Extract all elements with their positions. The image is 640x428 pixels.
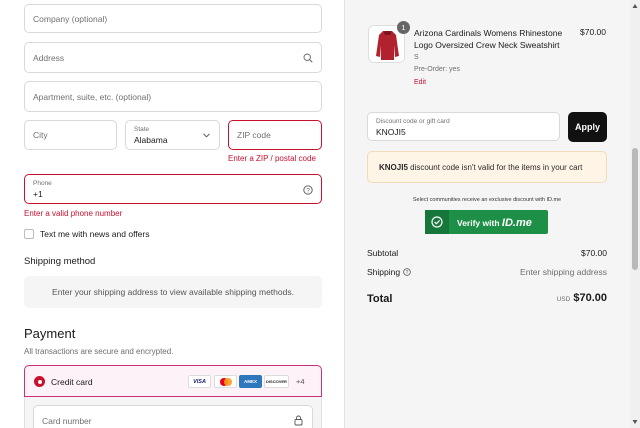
product-preorder: Pre-Order: yes xyxy=(414,66,460,73)
notice-code: KNOJI5 xyxy=(379,163,408,172)
shipping-value: Enter shipping address xyxy=(520,267,607,277)
visa-logo: VISA xyxy=(188,375,211,388)
subtotal-value: $70.00 xyxy=(581,248,607,258)
product-variant: S xyxy=(414,54,419,61)
phone-error: Enter a valid phone number xyxy=(24,209,123,218)
help-icon[interactable]: ? xyxy=(403,268,411,276)
payment-subtitle: All transactions are secure and encrypte… xyxy=(24,347,174,356)
total-amount: USD $70.00 xyxy=(557,292,607,304)
city-placeholder: City xyxy=(33,130,48,140)
discount-value: KNOJI5 xyxy=(376,127,406,137)
phone-label: Phone xyxy=(33,180,52,187)
more-card-logos: +4 xyxy=(296,377,305,386)
idme-note: Select communities receive an exclusive … xyxy=(412,197,562,203)
total-row: Total USD $70.00 xyxy=(367,292,607,309)
address-field[interactable]: Address xyxy=(24,42,322,73)
state-select[interactable]: State Alabama xyxy=(125,120,220,150)
lock-icon xyxy=(294,415,303,426)
product-name: Arizona Cardinals Womens Rhinestone Logo… xyxy=(414,28,563,50)
notice-text: discount code isn't valid for the items … xyxy=(407,163,583,172)
apartment-field[interactable]: Apartment, suite, etc. (optional) xyxy=(24,81,322,112)
company-placeholder: Company (optional) xyxy=(33,13,108,24)
scrollbar[interactable] xyxy=(630,0,640,428)
card-details-area: Card number xyxy=(24,397,322,428)
company-field[interactable]: Company (optional) xyxy=(24,4,322,33)
chevron-down-icon xyxy=(203,133,210,138)
address-placeholder: Address xyxy=(33,52,65,63)
search-icon xyxy=(303,53,313,63)
edit-link[interactable]: Edit xyxy=(414,79,426,86)
zip-placeholder: ZIP code xyxy=(237,130,271,140)
svg-text:?: ? xyxy=(306,187,310,194)
apartment-placeholder: Apartment, suite, etc. (optional) xyxy=(33,91,152,102)
amex-logo: AMEX xyxy=(239,375,262,388)
scrollbar-thumb[interactable] xyxy=(632,148,638,270)
shipping-label: Shipping xyxy=(367,267,401,277)
scroll-up-arrow-icon[interactable] xyxy=(632,3,638,9)
city-field[interactable]: City xyxy=(24,120,117,150)
state-value: Alabama xyxy=(134,135,168,145)
svg-text:?: ? xyxy=(406,270,409,276)
state-label: State xyxy=(134,126,150,133)
subtotal-row: Subtotal $70.00 xyxy=(367,248,607,258)
shipping-row: Shipping ? Enter shipping address xyxy=(367,267,607,277)
subtotal-label: Subtotal xyxy=(367,248,399,258)
zip-error: Enter a ZIP / postal code xyxy=(228,154,316,163)
check-circle-icon xyxy=(425,210,449,234)
credit-card-radio[interactable] xyxy=(34,376,45,387)
credit-card-option[interactable]: Credit card VISA AMEX DISCOVER +4 xyxy=(24,365,322,397)
idme-brand: ID.me xyxy=(501,217,532,229)
shipping-method-box: Enter your shipping address to view avai… xyxy=(24,276,322,308)
phone-field[interactable]: Phone +1 ? xyxy=(24,174,322,204)
help-icon[interactable]: ? xyxy=(303,185,313,195)
scroll-down-arrow-icon[interactable] xyxy=(632,419,638,425)
payment-title: Payment xyxy=(24,326,76,341)
mastercard-logo xyxy=(214,375,237,388)
total-value: $70.00 xyxy=(573,292,607,304)
discount-error-notice: KNOJI5 discount code isn't valid for the… xyxy=(367,151,607,183)
news-checkbox-label: Text me with news and offers xyxy=(40,229,150,239)
credit-card-label: Credit card xyxy=(51,377,93,387)
discount-field[interactable]: Discount code or gift card KNOJI5 xyxy=(367,112,560,141)
currency-label: USD xyxy=(556,296,571,303)
verify-idme-button[interactable]: Verify with ID.me xyxy=(425,210,548,234)
card-number-field[interactable]: Card number xyxy=(33,405,313,428)
quantity-badge: 1 xyxy=(397,21,410,34)
news-checkbox[interactable] xyxy=(24,229,34,239)
total-label: Total xyxy=(367,293,393,305)
card-number-placeholder: Card number xyxy=(42,416,92,426)
discover-logo: DISCOVER xyxy=(264,375,289,388)
shipping-method-title: Shipping method xyxy=(24,256,96,267)
zip-field[interactable]: ZIP code xyxy=(228,120,322,150)
verify-idme-text: Verify with ID.me xyxy=(457,217,532,229)
apply-button[interactable]: Apply xyxy=(568,112,607,142)
phone-value: +1 xyxy=(33,189,43,199)
checkout-form-panel: Company (optional) Address Apartment, su… xyxy=(0,0,344,428)
discount-label: Discount code or gift card xyxy=(376,118,450,125)
shipping-method-placeholder: Enter your shipping address to view avai… xyxy=(52,287,294,297)
product-price: $70.00 xyxy=(580,27,606,37)
